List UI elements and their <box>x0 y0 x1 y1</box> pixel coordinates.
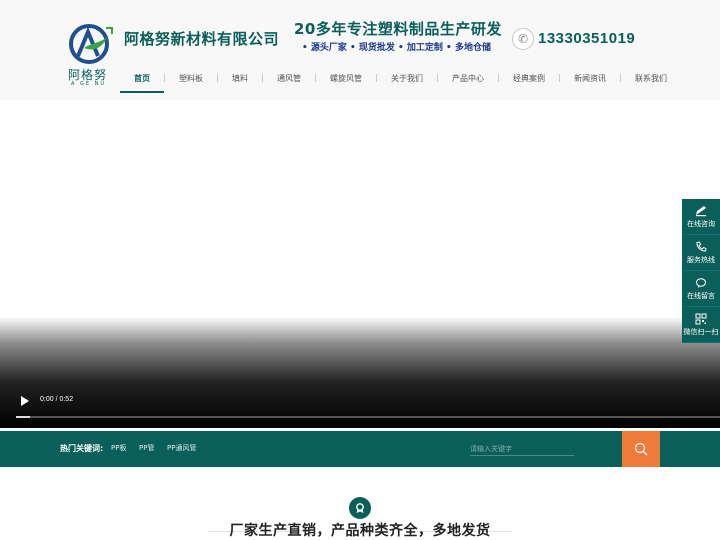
company-name: 阿格努新材料有限公司 <box>124 30 280 48</box>
video-progress-bar[interactable] <box>16 416 720 418</box>
nav-item-cases[interactable]: 经典案例 <box>499 64 559 92</box>
hot-keyword-link[interactable]: PP板 <box>111 443 126 453</box>
section-title: 厂家生产直销，产品种类齐全，多地发货 <box>229 523 491 539</box>
search-button[interactable] <box>622 431 660 467</box>
nav-item-contact[interactable]: 联系我们 <box>621 64 681 92</box>
float-label: 服务热线 <box>687 255 715 264</box>
main-nav: 首页 塑料板 填料 通风管 螺旋风管 关于我们 产品中心 经典案例 新闻资讯 联… <box>120 64 681 93</box>
nav-item-news[interactable]: 新闻资讯 <box>560 64 620 92</box>
slogan-sub: • 源头厂家 • 现货批发 • 加工定制 • 多地仓储 <box>302 43 491 53</box>
video-progress-fill <box>16 416 31 418</box>
float-online-message[interactable]: 在线留言 <box>682 271 720 307</box>
logo-text-en: A GE NU <box>71 81 107 87</box>
nav-item-spiral-duct[interactable]: 螺旋风管 <box>316 64 376 92</box>
nav-item-plastic-sheet[interactable]: 塑料板 <box>165 64 217 92</box>
qrcode-icon <box>695 313 707 325</box>
phone-icon <box>695 240 707 253</box>
floating-contact-bar: 在线咨询 服务热线 在线留言 微信扫一扫 <box>682 199 720 343</box>
float-label: 在线咨询 <box>687 219 715 228</box>
float-label: 微信扫一扫 <box>683 327 719 336</box>
video-time: 0:00 / 0:52 <box>40 396 74 403</box>
hot-keyword-link[interactable]: PP通风管 <box>167 443 196 453</box>
video-player[interactable]: 0:00 / 0:52 <box>0 100 720 428</box>
search-bar: 热门关键词: PP板 PP管 PP通风管 <box>0 431 720 467</box>
nav-item-about[interactable]: 关于我们 <box>377 64 437 92</box>
hot-keywords-label: 热门关键词: <box>60 444 104 453</box>
nav-item-packing[interactable]: 填料 <box>218 64 262 92</box>
phone-icon: ✆ <box>512 28 534 50</box>
nav-item-products[interactable]: 产品中心 <box>438 64 498 92</box>
search-input[interactable] <box>470 442 574 456</box>
search-icon <box>634 442 648 456</box>
header: 阿格努 A GE NU 阿格努新材料有限公司 20多年专注塑料制品生产研发 • … <box>0 0 720 100</box>
phone-number[interactable]: 13330351019 <box>538 30 635 47</box>
message-icon <box>695 277 707 289</box>
nav-item-home[interactable]: 首页 <box>120 64 164 93</box>
float-wechat-scan[interactable]: 微信扫一扫 <box>682 307 720 343</box>
nav-item-vent-pipe[interactable]: 通风管 <box>263 64 315 92</box>
page: 阿格努 A GE NU 阿格努新材料有限公司 20多年专注塑料制品生产研发 • … <box>0 0 720 540</box>
video-controls: 0:00 / 0:52 <box>0 388 720 428</box>
float-online-consult[interactable]: 在线咨询 <box>682 199 720 235</box>
chat-icon <box>695 205 707 217</box>
badge-icon <box>349 497 371 519</box>
hot-keyword-link[interactable]: PP管 <box>139 443 154 453</box>
play-icon[interactable] <box>18 394 32 408</box>
float-service-hotline[interactable]: 服务热线 <box>682 235 720 271</box>
slogan-main: 20多年专注塑料制品生产研发 <box>294 20 502 38</box>
float-label: 在线留言 <box>687 291 715 300</box>
